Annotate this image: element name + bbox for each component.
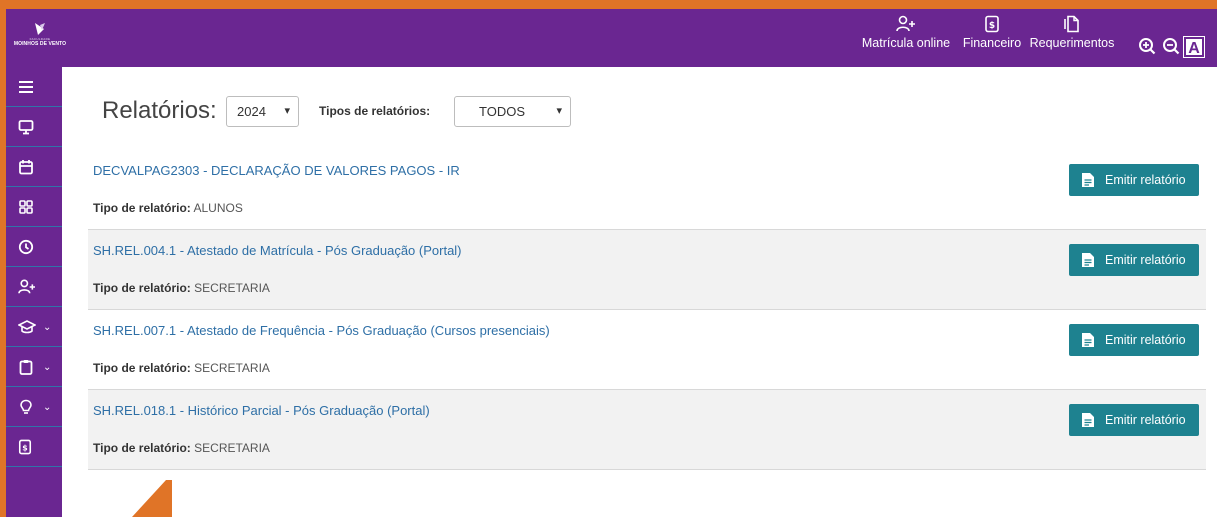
nav-matricula-label: Matrícula online xyxy=(861,36,951,50)
emit-report-button[interactable]: Emitir relatório xyxy=(1069,324,1199,356)
app-window: FACULDADE MOINHOS DE VENTO Matrícula onl… xyxy=(0,0,1217,517)
font-size-button[interactable]: A xyxy=(1183,36,1205,58)
document-icon xyxy=(1082,253,1094,267)
graduation-cap-icon xyxy=(18,319,36,333)
year-select-value: 2024 xyxy=(237,104,266,119)
nav-financeiro-label: Financeiro xyxy=(962,36,1022,50)
orange-arrow-icon xyxy=(132,480,172,517)
emit-report-label: Emitir relatório xyxy=(1105,413,1186,427)
report-kind-label: Tipo de relatório: xyxy=(93,441,191,455)
chevron-down-icon: ▾ xyxy=(284,105,290,117)
nav-financeiro[interactable]: $ Financeiro xyxy=(956,15,1028,63)
sidebar-item-financial[interactable]: $ xyxy=(6,427,62,467)
chevron-down-icon: ⌄ xyxy=(43,322,52,333)
sidebar-item-ideas[interactable]: ⌄ xyxy=(6,387,62,427)
emit-report-label: Emitir relatório xyxy=(1105,173,1186,187)
invoice-icon: $ xyxy=(985,15,999,33)
emit-report-button[interactable]: Emitir relatório xyxy=(1069,404,1199,436)
report-kind-value: SECRETARIA xyxy=(194,441,270,455)
lightbulb-icon xyxy=(20,399,32,414)
zoom-out-icon[interactable] xyxy=(1162,37,1180,55)
user-plus-icon xyxy=(896,15,915,32)
logo-small-text: FACULDADE xyxy=(29,37,51,41)
calendar-icon xyxy=(19,159,33,174)
sidebar-item-clipboard[interactable]: ⌄ xyxy=(6,347,62,387)
report-kind-value: SECRETARIA xyxy=(194,281,270,295)
report-row: SH.REL.004.1 - Atestado de Matrícula - P… xyxy=(88,230,1206,310)
sidebar-item-grid[interactable] xyxy=(6,187,62,227)
types-label: Tipos de relatórios: xyxy=(319,104,431,118)
chevron-down-icon: ⌄ xyxy=(43,362,52,373)
report-kind-label: Tipo de relatório: xyxy=(93,281,191,295)
windmill-logo-icon xyxy=(35,23,45,35)
report-row: SH.REL.007.1 - Atestado de Frequência - … xyxy=(88,310,1206,390)
report-link[interactable]: SH.REL.018.1 - Histórico Parcial - Pós G… xyxy=(93,403,430,418)
report-kind-label: Tipo de relatório: xyxy=(93,361,191,375)
report-kind: Tipo de relatório: ALUNOS xyxy=(93,201,243,215)
monitor-icon xyxy=(18,119,34,134)
report-row: SH.REL.018.1 - Histórico Parcial - Pós G… xyxy=(88,390,1206,470)
nav-requerimentos-label: Requerimentos xyxy=(1029,36,1115,50)
sidebar-item-dashboard[interactable] xyxy=(6,107,62,147)
documents-icon xyxy=(1064,15,1079,33)
year-select[interactable]: 2024 ▾ xyxy=(226,96,299,127)
report-link[interactable]: DECVALPAG2303 - DECLARAÇÃO DE VALORES PA… xyxy=(93,163,460,178)
report-link[interactable]: SH.REL.004.1 - Atestado de Matrícula - P… xyxy=(93,243,462,258)
logo-brand: MOINHOS DE VENTO xyxy=(13,41,67,47)
emit-report-label: Emitir relatório xyxy=(1105,253,1186,267)
report-kind: Tipo de relatório: SECRETARIA xyxy=(93,281,270,295)
document-icon xyxy=(1082,333,1094,347)
nav-requerimentos[interactable]: Requerimentos xyxy=(1024,15,1120,63)
report-kind: Tipo de relatório: SECRETARIA xyxy=(93,441,270,455)
report-type-select[interactable]: TODOS ▾ xyxy=(454,96,571,127)
user-plus-icon xyxy=(18,279,35,293)
grid-icon xyxy=(19,199,33,214)
clipboard-icon xyxy=(19,359,33,375)
sidebar-item-menu[interactable] xyxy=(6,67,62,107)
nav-matricula-online[interactable]: Matrícula online xyxy=(854,15,958,63)
logo[interactable]: FACULDADE MOINHOS DE VENTO xyxy=(10,21,70,57)
svg-text:$: $ xyxy=(22,443,27,452)
report-kind-value: ALUNOS xyxy=(193,201,243,215)
emit-report-button[interactable]: Emitir relatório xyxy=(1069,164,1199,196)
invoice-icon: $ xyxy=(18,439,32,454)
zoom-in-icon[interactable] xyxy=(1138,37,1156,55)
emit-report-button[interactable]: Emitir relatório xyxy=(1069,244,1199,276)
report-type-select-value: TODOS xyxy=(479,104,525,119)
menu-icon xyxy=(19,80,33,93)
chevron-down-icon: ▾ xyxy=(556,105,562,117)
chevron-down-icon: ⌄ xyxy=(43,402,52,413)
page-title: Relatórios: xyxy=(102,97,217,124)
report-kind: Tipo de relatório: SECRETARIA xyxy=(93,361,270,375)
report-kind-value: SECRETARIA xyxy=(194,361,270,375)
report-link[interactable]: SH.REL.007.1 - Atestado de Frequência - … xyxy=(93,323,550,338)
top-bar: FACULDADE MOINHOS DE VENTO Matrícula onl… xyxy=(6,9,1217,67)
sidebar-item-calendar[interactable] xyxy=(6,147,62,187)
document-icon xyxy=(1082,413,1094,427)
svg-text:$: $ xyxy=(989,21,995,31)
sidebar-item-enrollment[interactable] xyxy=(6,267,62,307)
clock-icon xyxy=(18,239,34,254)
main-content: Relatórios: 2024 ▾ Tipos de relatórios: … xyxy=(62,67,1217,517)
report-kind-label: Tipo de relatório: xyxy=(93,201,191,215)
sidebar-item-history[interactable] xyxy=(6,227,62,267)
report-row: DECVALPAG2303 - DECLARAÇÃO DE VALORES PA… xyxy=(88,150,1206,230)
sidebar-item-academic[interactable]: ⌄ xyxy=(6,307,62,347)
sidebar: ⌄ ⌄ ⌄ $ xyxy=(6,67,62,517)
emit-report-label: Emitir relatório xyxy=(1105,333,1186,347)
document-icon xyxy=(1082,173,1094,187)
